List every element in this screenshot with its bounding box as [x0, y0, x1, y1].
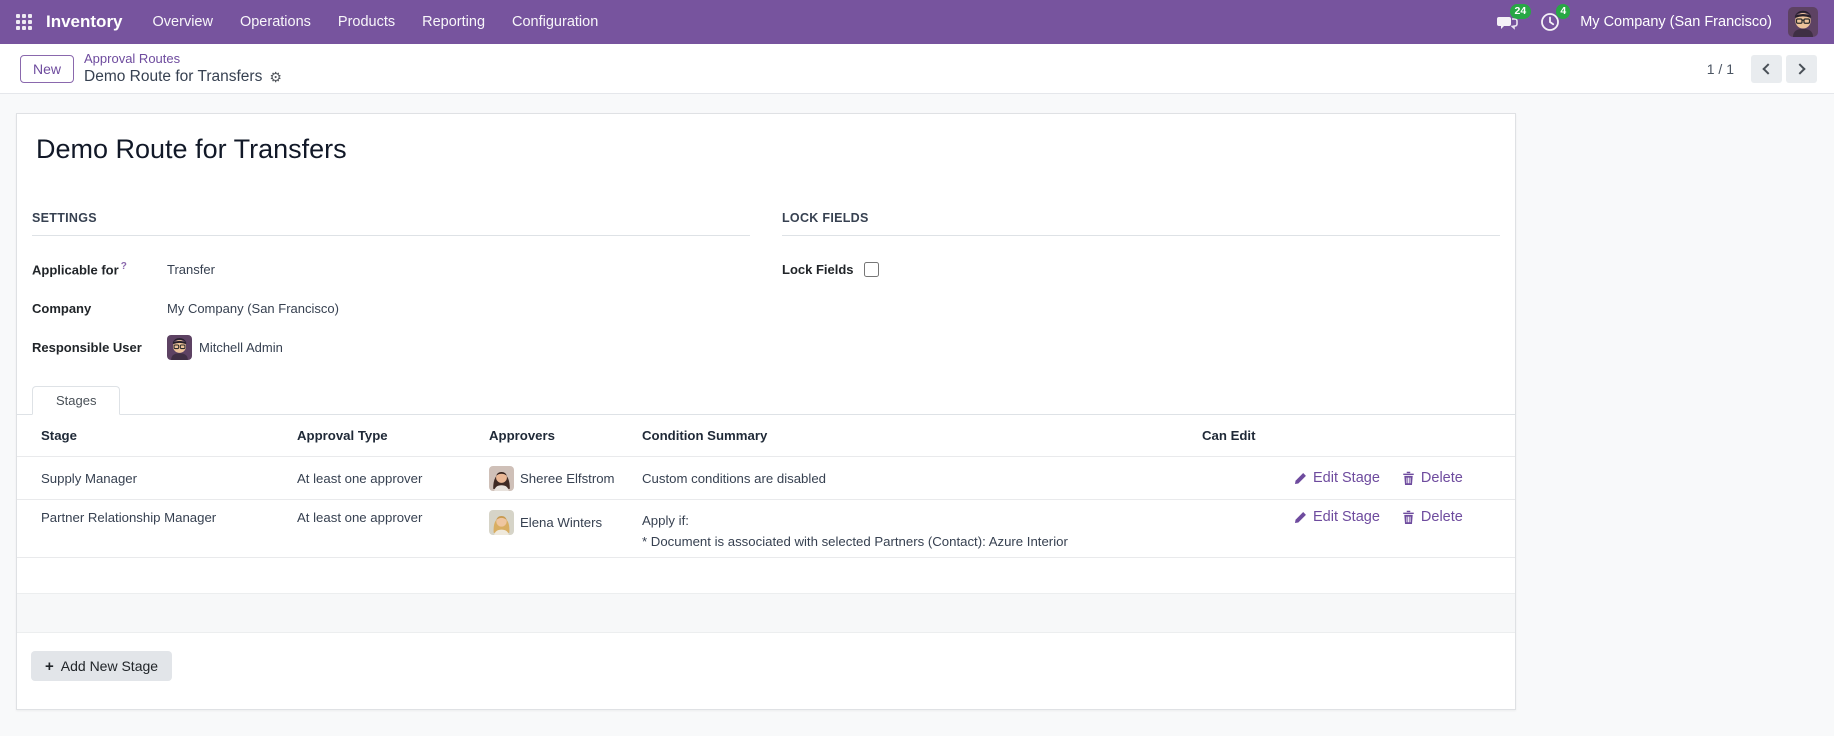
column-condition-summary: Condition Summary: [642, 428, 768, 443]
trash-icon: [1403, 510, 1414, 524]
breadcrumb-current: Demo Route for Transfers: [84, 67, 263, 85]
column-can-edit: Can Edit: [1202, 428, 1256, 443]
approval-type-cell: At least one approver: [297, 470, 423, 486]
company-label: Company: [32, 301, 92, 316]
row-actions: Edit Stage Delete: [1281, 500, 1517, 525]
menu-configuration[interactable]: Configuration: [512, 14, 598, 30]
company-switcher[interactable]: My Company (San Francisco): [1580, 14, 1772, 30]
menu-overview[interactable]: Overview: [153, 14, 213, 30]
activities-icon[interactable]: 4: [1538, 4, 1571, 34]
field-applicable-for: Applicable for? Transfer: [32, 250, 750, 289]
column-approval-type: Approval Type: [297, 428, 388, 443]
approvers-cell: Sheree Elfstrom: [474, 465, 628, 491]
menu-reporting[interactable]: Reporting: [422, 14, 485, 30]
help-icon[interactable]: ?: [121, 261, 127, 272]
plus-icon: +: [45, 657, 54, 675]
edit-stage-button[interactable]: Edit Stage: [1294, 509, 1380, 525]
record-title[interactable]: Demo Route for Transfers: [36, 130, 1515, 168]
settings-heading: SETTINGS: [32, 210, 750, 236]
lock-fields-checkbox[interactable]: [864, 262, 879, 277]
approver-name: Sheree Elfstrom: [520, 470, 615, 486]
elena-winters-avatar: [489, 510, 514, 535]
lock-fields-heading: LOCK FIELDS: [782, 210, 1500, 236]
pager-count: 1 / 1: [1706, 60, 1734, 77]
delete-button[interactable]: Delete: [1402, 470, 1463, 486]
stages-table-header: Stage Approval Type Approvers Condition …: [17, 415, 1515, 457]
new-button[interactable]: New: [20, 54, 75, 83]
pencil-icon: [1294, 472, 1306, 484]
table-row-supply-manager[interactable]: Supply Manager At least one approver She…: [17, 457, 1515, 500]
column-stage: Stage: [41, 428, 77, 443]
delete-button[interactable]: Delete: [1402, 509, 1463, 525]
edit-stage-button[interactable]: Edit Stage: [1294, 470, 1380, 486]
applicable-for-value[interactable]: Transfer: [167, 262, 215, 277]
pencil-icon: [1294, 511, 1306, 523]
control-panel: New Approval Routes Demo Route for Trans…: [0, 44, 1834, 94]
approvers-cell: Elena Winters: [474, 500, 628, 535]
empty-table-row: [17, 558, 1515, 594]
responsible-user-name: Mitchell Admin: [199, 340, 283, 355]
column-approvers: Approvers: [489, 428, 555, 443]
sheree-elfstrom-avatar: [489, 465, 514, 491]
apps-menu-icon[interactable]: [16, 14, 32, 30]
approver-name: Elena Winters: [520, 515, 603, 530]
app-name[interactable]: Inventory: [46, 12, 123, 32]
pager: 1 / 1: [1706, 54, 1817, 83]
pager-next-button[interactable]: [1786, 54, 1817, 83]
approval-type-cell: At least one approver: [297, 510, 423, 525]
field-lock-fields: Lock Fields: [782, 250, 1500, 289]
tab-stages[interactable]: Stages: [32, 386, 121, 415]
responsible-user-value[interactable]: Mitchell Admin: [167, 335, 283, 360]
mitchell-admin-avatar: [167, 335, 192, 360]
main-menu: Overview Operations Products Reporting C…: [153, 14, 599, 30]
breadcrumb-parent-link[interactable]: Approval Routes: [84, 51, 282, 67]
company-value[interactable]: My Company (San Francisco): [167, 301, 339, 316]
gear-icon[interactable]: ⚙: [269, 70, 282, 84]
mitchell-admin-avatar-image: [1788, 7, 1818, 37]
trash-icon: [1403, 471, 1414, 485]
pager-previous-button[interactable]: [1751, 54, 1782, 83]
applicable-for-label: Applicable for?: [32, 261, 127, 278]
user-avatar[interactable]: [1788, 7, 1818, 37]
chevron-left-icon: [1762, 62, 1774, 75]
responsible-user-label: Responsible User: [32, 340, 142, 355]
settings-group: SETTINGS Applicable for? Transfer Compan…: [32, 210, 750, 367]
stage-cell: Supply Manager: [41, 470, 138, 486]
breadcrumb: Approval Routes Demo Route for Transfers…: [84, 51, 282, 87]
chevron-right-icon: [1794, 62, 1806, 75]
lock-fields-label: Lock Fields: [782, 262, 854, 277]
add-new-stage-button[interactable]: + Add New Stage: [31, 651, 173, 681]
field-responsible-user: Responsible User Mitchell Admin: [32, 328, 750, 367]
menu-operations[interactable]: Operations: [240, 14, 311, 30]
messages-icon[interactable]: 24: [1496, 4, 1532, 34]
notebook: Stages Stage Approval Type Approvers Con…: [17, 386, 1515, 681]
form-sheet: Demo Route for Transfers SETTINGS Applic…: [16, 113, 1516, 710]
activities-count-badge: 4: [1556, 4, 1571, 19]
condition-summary-cell: Apply if: * Document is associated with …: [642, 513, 1068, 549]
row-actions: Edit Stage Delete: [1281, 470, 1517, 486]
top-navbar: Inventory Overview Operations Products R…: [0, 0, 1834, 44]
lock-fields-group: LOCK FIELDS Lock Fields: [782, 210, 1500, 367]
muted-table-row: [17, 594, 1515, 633]
condition-summary-cell: Custom conditions are disabled: [642, 470, 826, 486]
field-company: Company My Company (San Francisco): [32, 289, 750, 328]
stage-cell: Partner Relationship Manager: [41, 510, 217, 525]
menu-products[interactable]: Products: [338, 14, 395, 30]
messages-count-badge: 24: [1509, 4, 1532, 19]
table-row-partner-relationship-manager[interactable]: Partner Relationship Manager At least on…: [17, 500, 1515, 558]
